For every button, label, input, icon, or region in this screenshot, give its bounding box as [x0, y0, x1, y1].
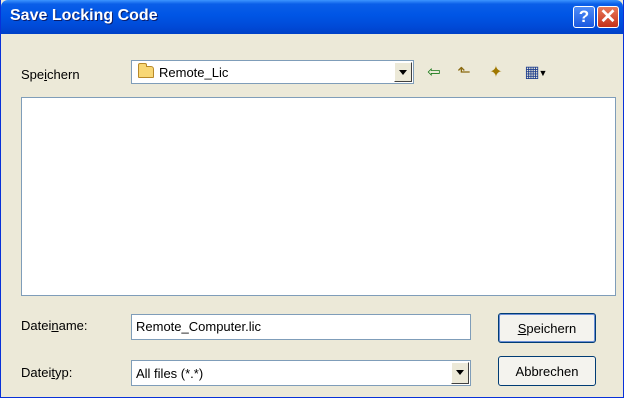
save-in-dropdown[interactable]: Remote_Lic: [131, 60, 414, 84]
save-dialog: Save Locking Code ? ✕ Speichern Remote_L…: [0, 0, 624, 398]
close-button[interactable]: ✕: [597, 6, 619, 28]
chevron-down-icon[interactable]: [451, 362, 469, 384]
view-dropdown-arrow-icon[interactable]: ▼: [537, 62, 549, 84]
folder-icon: [138, 63, 154, 78]
filetype-value: All files (*.*): [136, 366, 204, 381]
save-button[interactable]: Speichern: [498, 313, 596, 343]
filename-label: Dateiname:: [21, 318, 88, 333]
dialog-title: Save Locking Code: [10, 7, 158, 24]
cancel-button[interactable]: Abbrechen: [498, 356, 596, 386]
save-in-label: Speichern: [21, 67, 80, 82]
title-bar[interactable]: Save Locking Code ? ✕: [1, 0, 623, 34]
up-folder-icon[interactable]: ⬑: [453, 62, 475, 84]
filetype-dropdown[interactable]: All files (*.*): [131, 360, 471, 386]
back-icon[interactable]: ⇦: [423, 62, 445, 84]
filename-input[interactable]: Remote_Computer.lic: [131, 314, 471, 340]
file-list[interactable]: [21, 97, 616, 296]
chevron-down-icon[interactable]: [394, 62, 412, 82]
help-button[interactable]: ?: [573, 6, 595, 28]
filetype-label: Dateityp:: [21, 365, 73, 380]
current-folder: Remote_Lic: [159, 65, 229, 80]
new-folder-icon[interactable]: ✦: [485, 62, 507, 84]
